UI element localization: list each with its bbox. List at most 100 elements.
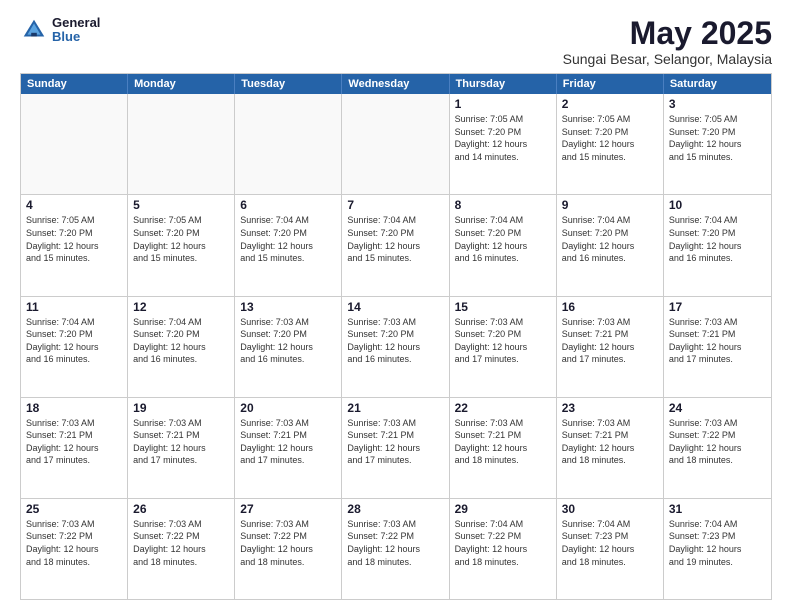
cell-info-text: and 16 minutes.: [455, 252, 551, 265]
cell-info-text: Daylight: 12 hours: [240, 240, 336, 253]
calendar-day-14: 14Sunrise: 7:03 AMSunset: 7:20 PMDayligh…: [342, 297, 449, 397]
cell-info-text: Sunset: 7:20 PM: [26, 227, 122, 240]
cell-info-text: Sunrise: 7:03 AM: [133, 518, 229, 531]
cell-info-text: Sunrise: 7:03 AM: [562, 316, 658, 329]
day-number: 10: [669, 198, 766, 212]
calendar-empty-cell: [235, 94, 342, 194]
calendar-week-4: 18Sunrise: 7:03 AMSunset: 7:21 PMDayligh…: [21, 398, 771, 499]
cell-info-text: and 17 minutes.: [669, 353, 766, 366]
cell-info-text: and 18 minutes.: [133, 556, 229, 569]
calendar-day-29: 29Sunrise: 7:04 AMSunset: 7:22 PMDayligh…: [450, 499, 557, 599]
cell-info-text: Daylight: 12 hours: [133, 543, 229, 556]
cell-info-text: Daylight: 12 hours: [669, 138, 766, 151]
logo-general-text: General: [52, 16, 100, 30]
cell-info-text: Sunrise: 7:03 AM: [455, 316, 551, 329]
day-number: 29: [455, 502, 551, 516]
day-number: 17: [669, 300, 766, 314]
cell-info-text: Daylight: 12 hours: [26, 240, 122, 253]
cell-info-text: Daylight: 12 hours: [347, 442, 443, 455]
cell-info-text: Daylight: 12 hours: [669, 543, 766, 556]
calendar-empty-cell: [21, 94, 128, 194]
cell-info-text: Sunset: 7:23 PM: [562, 530, 658, 543]
day-number: 2: [562, 97, 658, 111]
calendar-week-1: 1 Sunrise: 7:05 AM Sunset: 7:20 PM Daylight…: [21, 94, 771, 195]
cell-info-text: and 18 minutes.: [455, 454, 551, 467]
cell-info-text: and 17 minutes.: [26, 454, 122, 467]
cell-info-text: Daylight: 12 hours: [347, 341, 443, 354]
subtitle: Sungai Besar, Selangor, Malaysia: [563, 51, 772, 67]
cell-info-text: Sunrise: 7:05 AM: [669, 113, 766, 126]
cell-info-text: Sunset: 7:20 PM: [133, 227, 229, 240]
cell-info-text: Daylight: 12 hours: [347, 240, 443, 253]
logo-blue-text: Blue: [52, 30, 100, 44]
cell-info-text: and 15 minutes.: [133, 252, 229, 265]
cell-info-text: Sunrise: 7:04 AM: [669, 518, 766, 531]
cell-info-text: Sunset: 7:20 PM: [133, 328, 229, 341]
cell-info-text: and 18 minutes.: [240, 556, 336, 569]
cell-info-text: Sunset: 7:21 PM: [133, 429, 229, 442]
calendar-day-28: 28Sunrise: 7:03 AMSunset: 7:22 PMDayligh…: [342, 499, 449, 599]
cell-info-text: Daylight: 12 hours: [455, 442, 551, 455]
calendar-body: 1Sunrise: 7:05 AMSunset: 7:20 PMDaylight…: [21, 94, 771, 599]
calendar-day-3: 3Sunrise: 7:05 AMSunset: 7:20 PMDaylight…: [664, 94, 771, 194]
cell-info-text: Sunrise: 7:04 AM: [669, 214, 766, 227]
calendar-empty-cell: [342, 94, 449, 194]
logo-text: General Blue: [52, 16, 100, 45]
calendar-day-22: 22Sunrise: 7:03 AMSunset: 7:21 PMDayligh…: [450, 398, 557, 498]
header-day-saturday: Saturday: [664, 74, 771, 94]
cell-info-text: and 16 minutes.: [240, 353, 336, 366]
cell-info-text: Sunrise: 7:04 AM: [133, 316, 229, 329]
cell-info-text: Sunrise: 7:04 AM: [240, 214, 336, 227]
day-number: 1: [455, 97, 551, 111]
cell-info-text: and 19 minutes.: [669, 556, 766, 569]
cell-info-text: Daylight: 12 hours: [669, 442, 766, 455]
cell-info-text: and 16 minutes.: [26, 353, 122, 366]
calendar-day-25: 25Sunrise: 7:03 AMSunset: 7:22 PMDayligh…: [21, 499, 128, 599]
calendar-day-11: 11Sunrise: 7:04 AMSunset: 7:20 PMDayligh…: [21, 297, 128, 397]
calendar-day-30: 30Sunrise: 7:04 AMSunset: 7:23 PMDayligh…: [557, 499, 664, 599]
calendar-day-16: 16Sunrise: 7:03 AMSunset: 7:21 PMDayligh…: [557, 297, 664, 397]
cell-info-text: Sunset: 7:20 PM: [455, 227, 551, 240]
calendar-empty-cell: [128, 94, 235, 194]
cell-info-text: Sunrise: 7:03 AM: [347, 316, 443, 329]
cell-info-text: Sunrise: 7:03 AM: [669, 316, 766, 329]
cell-info-text: Daylight: 12 hours: [455, 138, 551, 151]
cell-info-text: and 15 minutes.: [347, 252, 443, 265]
day-number: 8: [455, 198, 551, 212]
cell-info-text: Daylight: 12 hours: [455, 240, 551, 253]
cell-info-text: and 17 minutes.: [562, 353, 658, 366]
cell-info-text: and 18 minutes.: [26, 556, 122, 569]
calendar-day-20: 20Sunrise: 7:03 AMSunset: 7:21 PMDayligh…: [235, 398, 342, 498]
cell-info-text: Sunset: 7:20 PM: [347, 227, 443, 240]
cell-info-text: Daylight: 12 hours: [669, 341, 766, 354]
cell-info-text: Sunset: 7:20 PM: [455, 328, 551, 341]
cell-info-text: and 15 minutes.: [562, 151, 658, 164]
calendar-day-4: 4Sunrise: 7:05 AMSunset: 7:20 PMDaylight…: [21, 195, 128, 295]
page: General Blue May 2025 Sungai Besar, Sela…: [0, 0, 792, 612]
cell-info-text: Sunset: 7:21 PM: [26, 429, 122, 442]
day-number: 21: [347, 401, 443, 415]
cell-info-text: Sunset: 7:20 PM: [26, 328, 122, 341]
day-number: 26: [133, 502, 229, 516]
calendar-day-10: 10Sunrise: 7:04 AMSunset: 7:20 PMDayligh…: [664, 195, 771, 295]
calendar-day-15: 15Sunrise: 7:03 AMSunset: 7:20 PMDayligh…: [450, 297, 557, 397]
cell-info-text: and 18 minutes.: [562, 556, 658, 569]
cell-info-text: Sunset: 7:21 PM: [347, 429, 443, 442]
cell-info-text: Sunset: 7:23 PM: [669, 530, 766, 543]
day-number: 14: [347, 300, 443, 314]
cell-info-text: Sunrise: 7:03 AM: [669, 417, 766, 430]
cell-info-text: Sunset: 7:22 PM: [133, 530, 229, 543]
cell-info-text: Sunset: 7:22 PM: [240, 530, 336, 543]
cell-info-text: Daylight: 12 hours: [26, 442, 122, 455]
cell-info-text: Daylight: 12 hours: [133, 341, 229, 354]
cell-info-text: Daylight: 12 hours: [133, 240, 229, 253]
day-number: 30: [562, 502, 658, 516]
cell-info-text: Daylight: 12 hours: [133, 442, 229, 455]
cell-info-text: and 18 minutes.: [562, 454, 658, 467]
cell-info-text: and 17 minutes.: [133, 454, 229, 467]
day-number: 13: [240, 300, 336, 314]
cell-info-text: and 17 minutes.: [347, 454, 443, 467]
cell-info-text: Daylight: 12 hours: [240, 543, 336, 556]
cell-info-text: Sunset: 7:20 PM: [562, 126, 658, 139]
cell-info-text: and 15 minutes.: [240, 252, 336, 265]
